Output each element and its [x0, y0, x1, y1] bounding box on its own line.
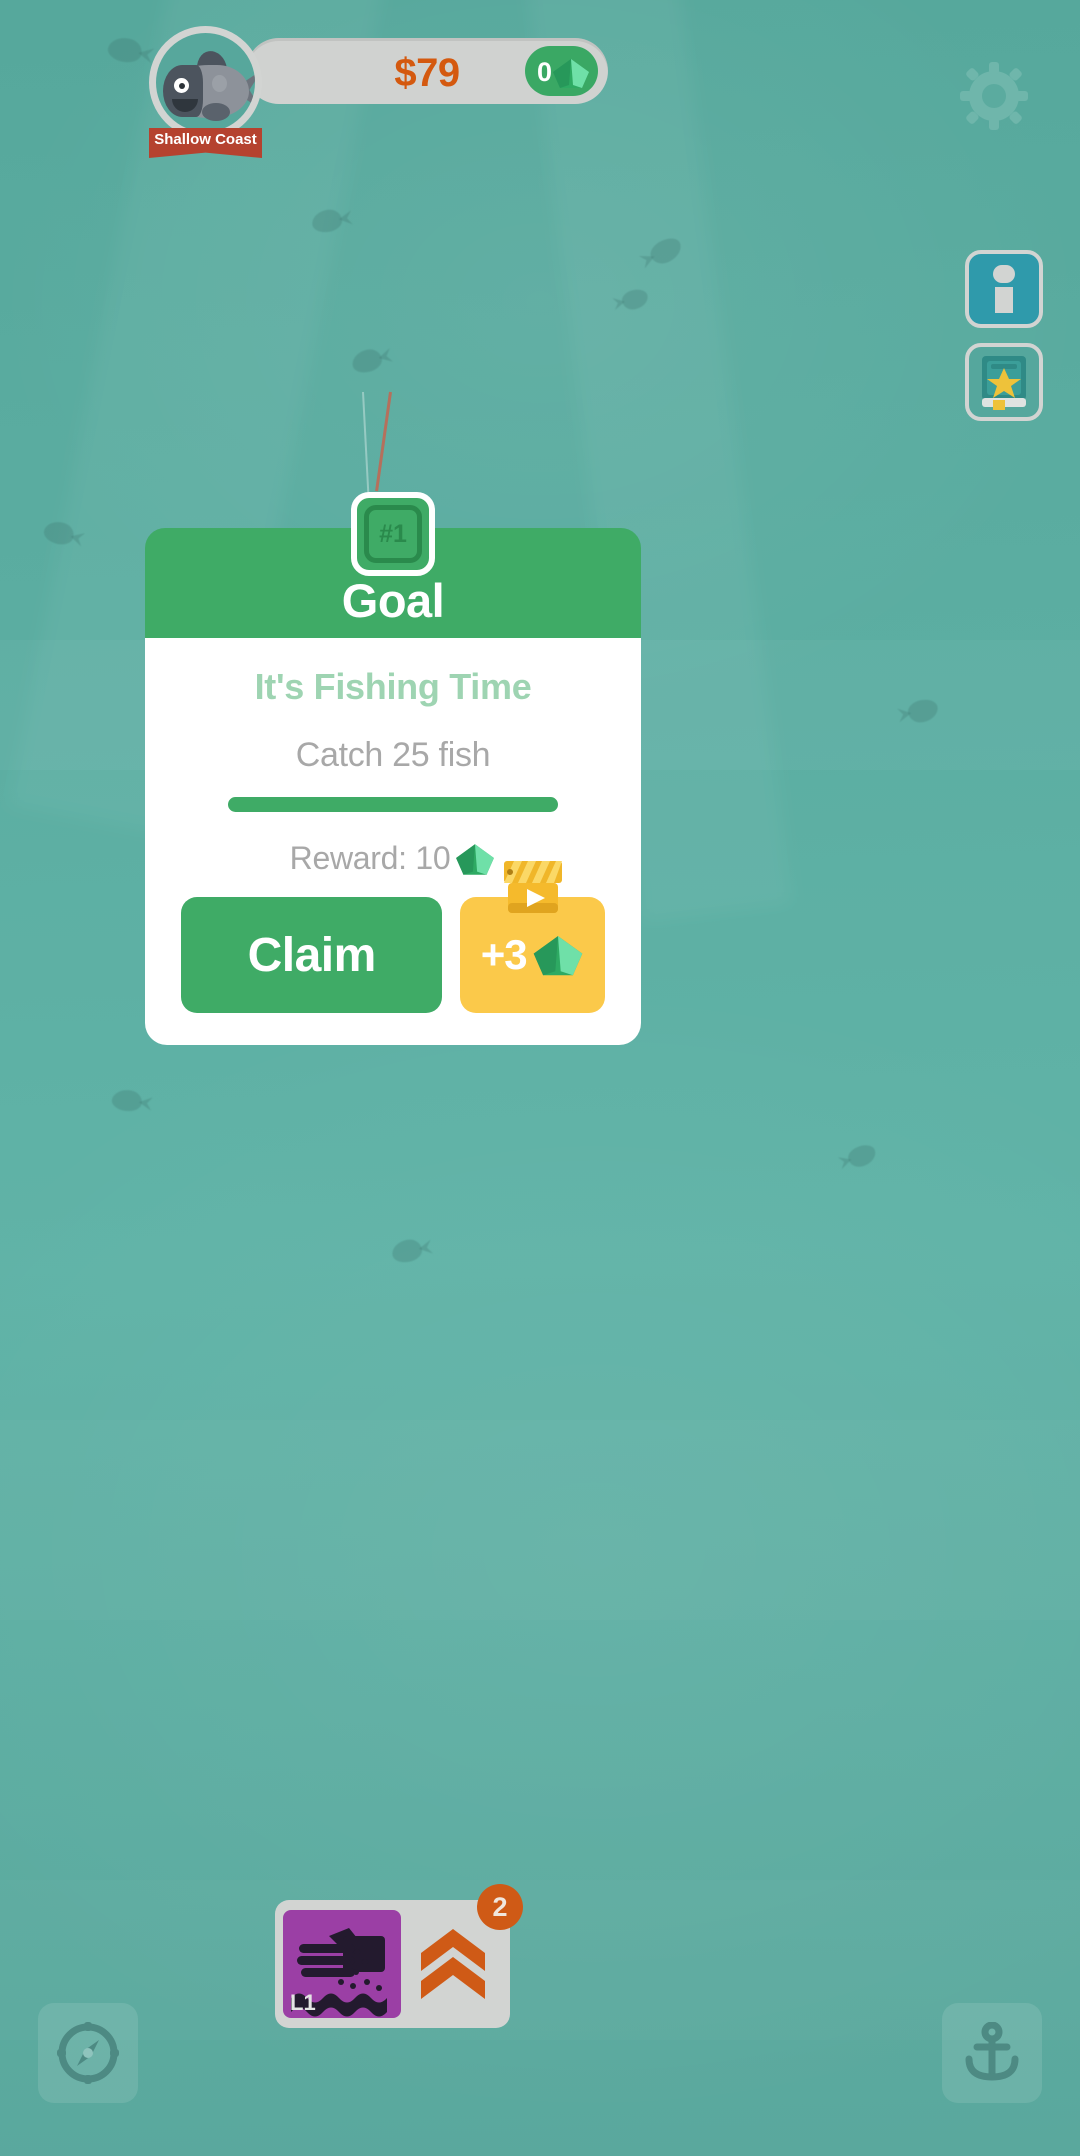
encyclopedia-button[interactable] [965, 343, 1043, 421]
goal-progress-fill [228, 797, 558, 812]
goal-description: Catch 25 fish [295, 736, 491, 774]
bottom-hud: L1 2 [275, 1884, 523, 2028]
underwater-background [0, 0, 1080, 2156]
bait-button[interactable]: L1 [283, 1910, 401, 2018]
info-button[interactable] [965, 250, 1043, 328]
upgrade-button[interactable]: 2 [407, 1884, 523, 2018]
gem-icon [456, 843, 495, 875]
book-star-icon [982, 356, 1026, 410]
bait-level-label: L1 [290, 1990, 316, 2015]
goal-number-label: #1 [379, 519, 407, 548]
gem-icon [553, 59, 589, 88]
water-band [0, 1880, 1080, 2040]
gem-amount: 0 [537, 57, 553, 87]
anchor-button[interactable] [942, 2003, 1042, 2103]
ad-reward-amount: +3 [480, 931, 528, 978]
gear-icon [960, 62, 1028, 130]
info-icon [993, 265, 1015, 313]
top-hud-bar: $79 0 Shallow Coast [0, 26, 1080, 158]
fish-eye [174, 78, 189, 93]
map-button[interactable] [38, 2003, 138, 2103]
money-bar: $79 0 [246, 38, 608, 104]
anchor-icon [965, 2022, 1019, 2081]
water-band [0, 1420, 1080, 1620]
goal-dialog-title: Goal [341, 574, 445, 627]
goal-reward-label: Reward: 10 [289, 840, 451, 876]
goal-dialog: #1 Goal It's Fishing Time Catch 25 fish … [145, 492, 641, 1045]
goal-dialog-header: #1 Goal [145, 492, 641, 638]
compass-icon [57, 2022, 119, 2084]
fish-spot [212, 75, 227, 92]
double-chevron-up-icon [421, 1929, 485, 1999]
goal-dialog-buttons: Claim +3 [181, 861, 605, 1013]
claim-button[interactable]: Claim [181, 897, 443, 1013]
goal-name: It's Fishing Time [254, 666, 532, 707]
goal-progress-bar [228, 797, 558, 812]
upgrade-count-badge: 2 [477, 1884, 523, 1930]
watch-ad-reward-button[interactable]: +3 [460, 861, 605, 1013]
goal-number-badge: #1 [351, 492, 435, 576]
gem-icon [533, 936, 582, 976]
settings-button[interactable] [960, 62, 1028, 130]
region-name-label: Shallow Coast [154, 131, 257, 148]
goal-dialog-body: It's Fishing Time Catch 25 fish Reward: … [145, 638, 641, 1045]
region-fish-avatar[interactable] [149, 26, 262, 139]
clapperboard-play-icon [503, 861, 562, 913]
gem-counter[interactable]: 0 [525, 46, 598, 96]
fish-pectoral-fin [202, 103, 230, 121]
